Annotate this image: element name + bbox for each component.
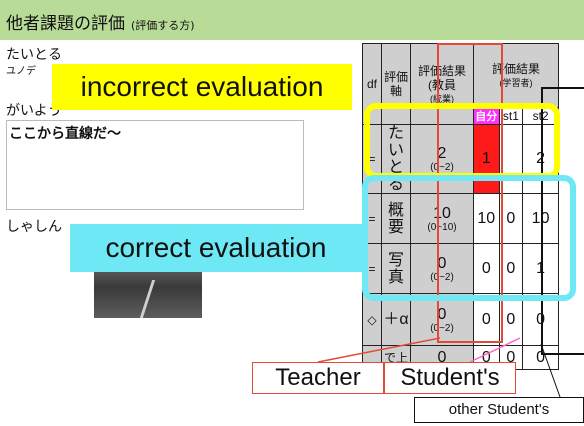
teacher-label: Teacher [252,362,384,394]
student-label: Student's [384,362,516,394]
other-student-label: other Student's [414,397,584,423]
